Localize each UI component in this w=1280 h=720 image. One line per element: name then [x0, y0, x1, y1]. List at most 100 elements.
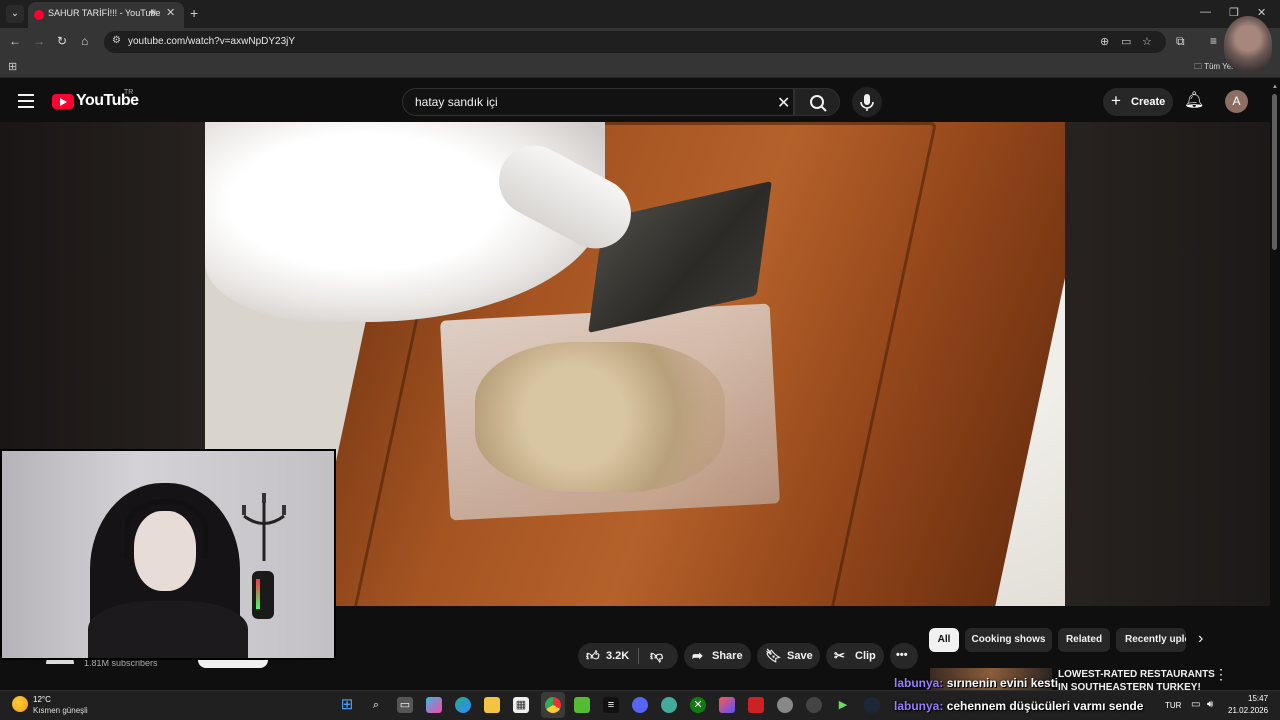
address-url[interactable]: youtube.com/watch?v=axwNpDY23jY	[128, 36, 295, 47]
browser-tab[interactable]: SAHUR TARİFİ!!! - YouTube 🔊︎ ✕	[28, 2, 184, 28]
clear-search-icon[interactable]: ✕	[777, 93, 790, 113]
search-input[interactable]: hatay sandık içi ✕	[402, 88, 794, 116]
account-avatar[interactable]: A	[1225, 90, 1248, 113]
youtube-header: YouTube TR hatay sandık içi ✕ + Create 🔔…	[0, 80, 1280, 122]
clock-date[interactable]: 21.02.2026	[1228, 706, 1268, 715]
weather-description[interactable]: Kısmen güneşli	[33, 706, 88, 715]
play-app-icon[interactable]: ▶	[835, 697, 851, 713]
xbox-icon[interactable]: ✕	[690, 697, 706, 713]
save-button[interactable]: 🔖︎ Save	[757, 643, 820, 669]
cast-icon[interactable]: ▭	[1121, 35, 1131, 48]
media-control-icon[interactable]: ≡	[1210, 34, 1217, 48]
speaker-icon[interactable]: 🔊︎	[150, 7, 156, 18]
new-tab-button[interactable]: +	[190, 5, 198, 21]
tab-title: SAHUR TARİFİ!!! - YouTube	[48, 8, 161, 18]
close-window-icon[interactable]: ✕	[1257, 6, 1266, 19]
chip-all[interactable]: All	[929, 628, 959, 652]
network-icon[interactable]: ▭	[1191, 699, 1200, 710]
task-view-icon[interactable]: ▭	[397, 697, 413, 713]
chat-username: labunya:	[894, 676, 944, 690]
create-label: Create	[1131, 96, 1166, 108]
like-dislike-button[interactable]: 👍︎ 3.2K 👎︎	[578, 643, 678, 669]
edge-icon[interactable]	[455, 697, 471, 713]
menu-icon[interactable]	[18, 94, 34, 108]
more-icon: •••	[896, 649, 908, 661]
address-bar[interactable]: ⚙︎ youtube.com/watch?v=axwNpDY23jY ⊕ ▭ ☆	[104, 31, 1166, 53]
app-icon[interactable]	[719, 697, 735, 713]
search-button[interactable]	[794, 88, 840, 116]
bookmark-star-icon[interactable]: ☆	[1142, 35, 1152, 48]
taskbar-search-icon[interactable]: ⌕	[368, 697, 384, 713]
chip-cooking-shows[interactable]: Cooking shows	[965, 628, 1052, 652]
forward-icon[interactable]: →	[33, 34, 45, 48]
chat-message: labunya: sırınenin evini kesti	[894, 676, 1058, 690]
epic-games-icon[interactable]: ≡	[603, 697, 619, 713]
notifications-bell-icon[interactable]: 🔔︎	[1184, 90, 1204, 110]
chrome-icon[interactable]	[545, 697, 561, 713]
save-label: Save	[787, 650, 813, 662]
profile-picture[interactable]	[1224, 16, 1272, 72]
shield-icon[interactable]	[777, 697, 793, 713]
extensions-icon[interactable]: ⧉	[1176, 34, 1185, 49]
headphones-icon	[124, 499, 208, 559]
plus-icon: +	[1111, 91, 1121, 110]
clip-label: Clip	[855, 650, 876, 662]
share-button[interactable]: ➦ Share	[684, 643, 751, 669]
file-explorer-icon[interactable]	[484, 697, 500, 713]
microphone-stand	[252, 571, 274, 619]
volume-icon[interactable]: 🔊︎	[1207, 699, 1213, 710]
candelabra-icon	[242, 493, 286, 561]
windows-start-icon[interactable]: ⊞	[339, 697, 355, 713]
store-icon[interactable]: ▦	[513, 697, 529, 713]
apps-grid-icon[interactable]: ⊞	[8, 60, 17, 73]
clock-app-icon[interactable]	[806, 697, 822, 713]
weather-temperature[interactable]: 12°C	[33, 695, 51, 704]
chip-related[interactable]: Related	[1058, 628, 1110, 652]
country-code: TR	[124, 89, 134, 96]
scrollbar-thumb[interactable]	[1272, 94, 1277, 250]
scissors-icon: ✂	[834, 648, 845, 663]
webcam-overlay	[0, 449, 336, 660]
back-icon[interactable]: ←	[9, 34, 21, 48]
site-info-icon[interactable]: ⚙︎	[112, 35, 121, 46]
youtube-favicon-icon	[34, 10, 44, 20]
discord-icon[interactable]	[632, 697, 648, 713]
share-label: Share	[712, 650, 743, 662]
minecraft-icon[interactable]	[574, 697, 590, 713]
search-query[interactable]: hatay sandık içi	[415, 95, 498, 109]
chat-text: cehennem düşücüleri varmı sende	[946, 699, 1144, 713]
thumbs-down-icon[interactable]: 👎︎	[650, 648, 663, 664]
steam-icon[interactable]	[864, 697, 880, 713]
crushed-walnuts	[475, 342, 725, 492]
weather-sun-icon[interactable]	[12, 696, 28, 712]
chat-text: sırınenin evini kesti	[946, 676, 1059, 690]
browser-toolbar: ← → ↻ ⌂ ⚙︎ youtube.com/watch?v=axwNpDY23…	[0, 28, 1280, 56]
clock-time[interactable]: 15:47	[1248, 694, 1268, 703]
tab-search-button[interactable]: ⌄	[6, 5, 24, 23]
create-button[interactable]: + Create	[1103, 88, 1173, 116]
restore-icon[interactable]: ❐	[1229, 6, 1239, 19]
scroll-up-arrow-icon[interactable]: ▲	[1272, 84, 1278, 90]
voice-search-button[interactable]	[852, 87, 882, 117]
zoom-icon[interactable]: ⊕	[1100, 35, 1109, 48]
copilot-icon[interactable]	[426, 697, 442, 713]
vertical-dots-icon[interactable]: ⋮	[1214, 666, 1228, 683]
streamer-body	[88, 601, 248, 658]
thumbs-up-icon[interactable]: 👍︎	[586, 648, 600, 664]
keyboard-language[interactable]: TUR	[1165, 701, 1181, 710]
browser-app-icon[interactable]	[661, 697, 677, 713]
clip-button[interactable]: ✂ Clip	[826, 643, 884, 669]
chip-recently-uploaded[interactable]: Recently uploaded	[1116, 628, 1186, 652]
chevron-right-icon[interactable]: ›	[1198, 630, 1203, 648]
youtube-logo-icon[interactable]	[52, 94, 74, 109]
microphone-icon	[860, 94, 874, 111]
minimize-icon[interactable]: —	[1200, 6, 1211, 18]
home-icon[interactable]: ⌂	[81, 34, 88, 48]
close-tab-icon[interactable]: ✕	[166, 6, 175, 19]
browser-tab-bar: ⌄ SAHUR TARİFİ!!! - YouTube 🔊︎ ✕ + — ❐ ✕	[0, 0, 1280, 28]
recording-app-icon[interactable]	[748, 697, 764, 713]
reload-icon[interactable]: ↻	[57, 34, 67, 48]
more-actions-button[interactable]: •••	[890, 643, 918, 669]
bookmark-icon: 🔖︎	[765, 648, 782, 663]
page-scrollbar[interactable]	[1270, 80, 1280, 690]
